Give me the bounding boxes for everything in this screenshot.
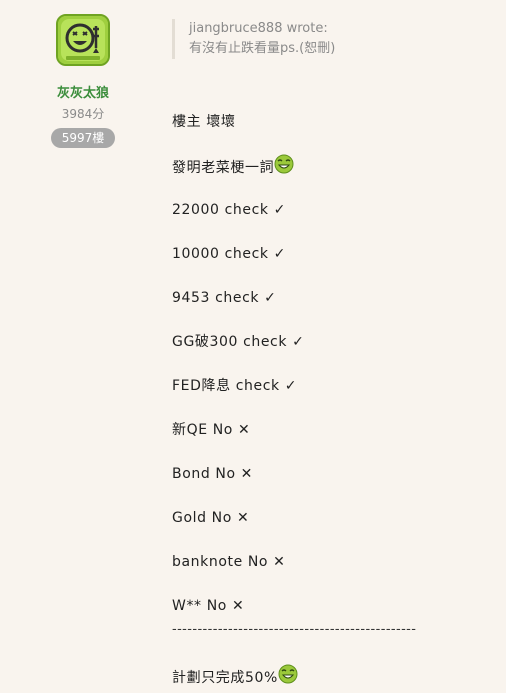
cross-mark-icon: ✕ [238, 422, 251, 438]
username-link[interactable]: 灰灰太狼 [40, 82, 126, 101]
user-points: 3984分 [61, 107, 105, 121]
post-line-text: 計劃只完成50% [172, 670, 278, 686]
post-line: 9453 check ✓ [172, 286, 492, 330]
check-mark-icon: ✓ [284, 378, 298, 394]
post-line-text: 22000 check [172, 202, 274, 218]
post-line-text: FED降息 check [172, 378, 285, 394]
post-body: 樓主 壞壞 發明老菜梗一詞 22000 check ✓ 10000 check … [172, 110, 492, 638]
post-line: 樓主 壞壞 [172, 110, 492, 154]
post-line: Gold No ✕ [172, 506, 492, 550]
post-line-text: 發明老菜梗一詞 [172, 160, 275, 176]
avatar[interactable] [56, 14, 110, 66]
cross-mark-icon: ✕ [236, 510, 250, 526]
divider-line: ----------------------------------------… [172, 622, 417, 637]
post-line-text: GG破300 check [172, 334, 293, 350]
check-mark-icon: ✓ [292, 334, 305, 350]
quote-block: jiangbruce888 wrote: 有沒有止跌看量ps.(恕刪) [172, 19, 335, 59]
post-line-text: 新QE No [172, 422, 239, 438]
post-line-text: 10000 check [172, 246, 274, 262]
post-line-text: Gold No [172, 510, 237, 526]
cross-mark-icon: ✕ [231, 598, 245, 614]
post-line: banknote No ✕ [172, 550, 492, 594]
post-line: 22000 check ✓ [172, 198, 492, 242]
green-grinning-face-icon [278, 664, 298, 684]
post-line-text: 9453 check [172, 290, 265, 306]
post-line: 新QE No ✕ [172, 418, 492, 462]
post-line: FED降息 check ✓ [172, 374, 492, 418]
floor-badge[interactable]: 5997樓 [50, 128, 116, 148]
post-line-text: banknote No [172, 554, 274, 570]
cross-mark-icon: ✕ [240, 466, 254, 482]
post-line: 10000 check ✓ [172, 242, 492, 286]
post-line-text: W** No [172, 598, 232, 614]
post-line: 發明老菜梗一詞 [172, 154, 492, 198]
post-line-text: 樓主 壞壞 [172, 114, 236, 130]
post-line: Bond No ✕ [172, 462, 492, 506]
post-line: GG破300 check ✓ [172, 330, 492, 374]
check-mark-icon: ✓ [273, 246, 286, 262]
smiling-ghost-sticker-icon [58, 16, 108, 64]
quote-text: 有沒有止跌看量ps.(恕刪) [189, 41, 336, 56]
quote-header: jiangbruce888 wrote: [189, 21, 328, 36]
cross-mark-icon: ✕ [273, 554, 286, 570]
post-line-text: Bond No [172, 466, 241, 482]
green-grinning-face-icon [274, 154, 294, 174]
check-mark-icon: ✓ [264, 290, 277, 306]
check-mark-icon: ✓ [273, 202, 286, 218]
author-panel: 灰灰太狼 3984分 5997樓 [40, 14, 126, 148]
post-final-line: 計劃只完成50% [172, 664, 298, 687]
